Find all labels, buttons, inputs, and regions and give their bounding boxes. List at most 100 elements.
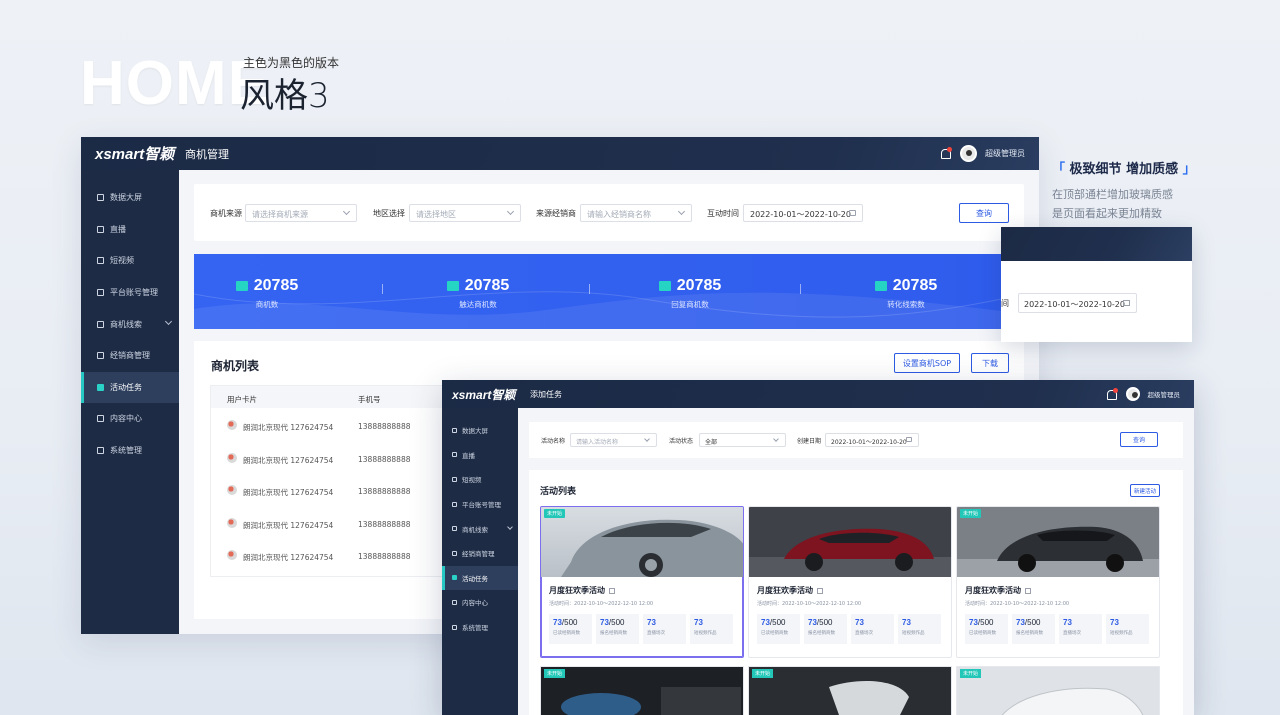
brand-logo[interactable]: xsmart智颖 <box>442 386 530 403</box>
sidebar-item-platform-accounts[interactable]: 平台账号管理 <box>81 277 179 309</box>
activity-card[interactable]: 未开始 月度狂欢季活动 活动时间：2022-10-10～2022-12-10 1… <box>540 506 744 658</box>
divider <box>382 284 383 294</box>
sidebar-item-short-video[interactable]: 短视频 <box>442 467 518 492</box>
download-button[interactable]: 下载 <box>971 353 1009 373</box>
leads-icon <box>97 320 104 328</box>
sidebar-item-label: 数据大屏 <box>462 427 488 436</box>
sidebar-item-dealers[interactable]: 经销商管理 <box>442 541 518 566</box>
edit-icon[interactable] <box>1025 587 1031 594</box>
chevron-down-icon <box>342 207 351 216</box>
hero-style-title: 风格3 <box>240 76 330 116</box>
table-row[interactable]: 朗润北京现代 127624754 13888888888 <box>211 538 449 571</box>
metric-live-sessions: 73 直播场次 <box>1059 614 1102 644</box>
sidebar-item-dashboard[interactable]: 数据大屏 <box>81 182 179 214</box>
sidebar-item-leads[interactable]: 商机线索 <box>442 516 518 541</box>
source-select[interactable]: 请选择商机来源 <box>245 204 357 222</box>
metric-value: 73 <box>1016 618 1025 627</box>
activity-card[interactable]: 未开始 月度狂欢季活动 活动时间：2022-10-10～2022-12-10 1… <box>956 506 1160 658</box>
brand-logo[interactable]: xsmart智颖 <box>81 143 185 164</box>
metric-label: 短视频作品 <box>1110 631 1133 636</box>
table-row[interactable]: 朗润北京现代 127624754 13888888888 <box>211 441 449 474</box>
table-row[interactable]: 朗润北京现代 127624754 13888888888 <box>211 408 449 441</box>
dealer-label: 来源经销商 <box>536 209 576 218</box>
bracket-right: 」 <box>1182 162 1196 177</box>
sidebar-item-dashboard[interactable]: 数据大屏 <box>442 418 518 443</box>
query-button[interactable]: 查询 <box>959 203 1009 223</box>
metric-total: /500 <box>1024 618 1041 627</box>
avatar[interactable] <box>960 145 977 162</box>
sidebar-item-system[interactable]: 系统管理 <box>442 615 518 640</box>
user-name[interactable]: 超级管理员 <box>1148 389 1181 399</box>
sidebar: 数据大屏 直播 短视频 平台账号管理 商机线索 经销商管理 活动任务 内容中心 … <box>442 408 518 715</box>
sidebar-item-activity-tasks[interactable]: 活动任务 <box>81 371 179 404</box>
sidebar-item-content-center[interactable]: 内容中心 <box>81 403 179 435</box>
sidebar-item-system[interactable]: 系统管理 <box>81 435 179 467</box>
column-header: 手机号 <box>358 395 381 404</box>
metric-label: 直播场次 <box>1063 631 1081 636</box>
activity-date: 活动时间：2022-10-10～2022-12-10 12:00 <box>757 601 862 607</box>
sidebar-item-label: 短视频 <box>462 476 482 485</box>
table-row[interactable]: 朗润北京现代 127624754 13888888888 <box>211 506 449 539</box>
car-photo-interior <box>541 667 743 715</box>
stat-value: 20785 <box>253 277 299 294</box>
convert-icon <box>874 281 887 291</box>
activity-card[interactable]: 未开始 <box>956 666 1160 715</box>
stat-value: 20785 <box>676 277 722 294</box>
edit-icon[interactable] <box>817 587 823 594</box>
stat-label: 触达商机数 <box>459 300 497 309</box>
video-icon <box>97 225 104 233</box>
row-phone: 13888888888 <box>358 487 411 496</box>
sidebar-item-platform-accounts[interactable]: 平台账号管理 <box>442 492 518 517</box>
metric-total: /500 <box>977 618 994 627</box>
sidebar-item-label: 内容中心 <box>110 414 142 424</box>
query-button[interactable]: 查询 <box>1120 432 1158 447</box>
sidebar-item-content-center[interactable]: 内容中心 <box>442 590 518 615</box>
sidebar-item-leads[interactable]: 商机线索 <box>81 308 179 340</box>
new-activity-button[interactable]: 新建活动 <box>1130 484 1160 497</box>
region-select[interactable]: 请选择地区 <box>409 204 521 222</box>
set-sop-button[interactable]: 设置商机SOP <box>894 353 960 373</box>
activity-name-input[interactable]: 请输入活动名称 <box>570 433 657 447</box>
avatar <box>227 517 237 528</box>
user-name[interactable]: 超级管理员 <box>985 148 1025 159</box>
row-name: 朗润北京现代 127624754 <box>243 455 334 465</box>
activity-card[interactable]: 未开始 <box>540 666 744 715</box>
edit-icon[interactable] <box>609 587 615 594</box>
monitor-icon <box>452 427 457 433</box>
briefcase-icon <box>235 281 248 291</box>
bell-icon[interactable] <box>1105 387 1118 401</box>
sidebar-item-dealers[interactable]: 经销商管理 <box>81 340 179 372</box>
sidebar-item-short-video[interactable]: 短视频 <box>81 245 179 277</box>
stat-label: 商机数 <box>255 300 279 309</box>
region-label: 地区选择 <box>373 209 405 218</box>
row-phone: 13888888888 <box>358 519 411 529</box>
stat-converted: 20785 转化线索数 <box>846 276 966 310</box>
activity-metrics: 73/500 已读经销商数 73/500 报名经销商数 73 直播场次 73 短视频作品 <box>757 614 941 644</box>
opportunity-table: 用户卡片 手机号 朗润北京现代 127624754 13888888888 朗润北京… <box>210 385 450 577</box>
metric-registered-dealers: 73/500 报名经销商数 <box>804 614 847 644</box>
avatar[interactable] <box>1125 387 1140 401</box>
bell-icon[interactable] <box>939 147 952 160</box>
metric-value: 73 <box>600 618 609 627</box>
phone-icon <box>97 257 104 265</box>
metric-total: /500 <box>816 618 833 627</box>
activity-card[interactable]: 未开始 <box>748 666 952 715</box>
activity-card[interactable]: 月度狂欢季活动 活动时间：2022-10-10～2022-12-10 12:00… <box>748 506 952 658</box>
sidebar-item-activity-tasks[interactable]: 活动任务 <box>442 565 518 591</box>
sidebar: 数据大屏 直播 短视频 平台账号管理 商机线索 经销商管理 活动任务 内容中心 … <box>81 170 179 634</box>
table-row[interactable]: 朗润北京现代 127624754 13888888888 <box>211 473 449 506</box>
status-badge: 未开始 <box>544 669 566 678</box>
status-badge: 未开始 <box>544 509 566 518</box>
divider <box>589 284 590 294</box>
sidebar-item-label: 系统管理 <box>462 624 488 633</box>
create-date-picker[interactable]: 2022-10-01～2022-10-20 <box>825 433 919 447</box>
sidebar-item-live[interactable]: 直播 <box>81 214 179 246</box>
activity-status-select[interactable]: 全部 <box>699 433 786 447</box>
stat-label: 回复商机数 <box>671 300 709 309</box>
sidebar-item-live[interactable]: 直播 <box>442 443 518 468</box>
row-name: 朗润北京现代 127624754 <box>243 520 334 530</box>
date-range-picker[interactable]: 2022-10-01～2022-10-20 <box>1018 293 1137 313</box>
dealer-select[interactable]: 请输入经销商名称 <box>580 204 692 222</box>
time-range-picker[interactable]: 2022-10-01～2022-10-20 <box>743 204 863 222</box>
metric-value: 73 <box>969 618 978 627</box>
